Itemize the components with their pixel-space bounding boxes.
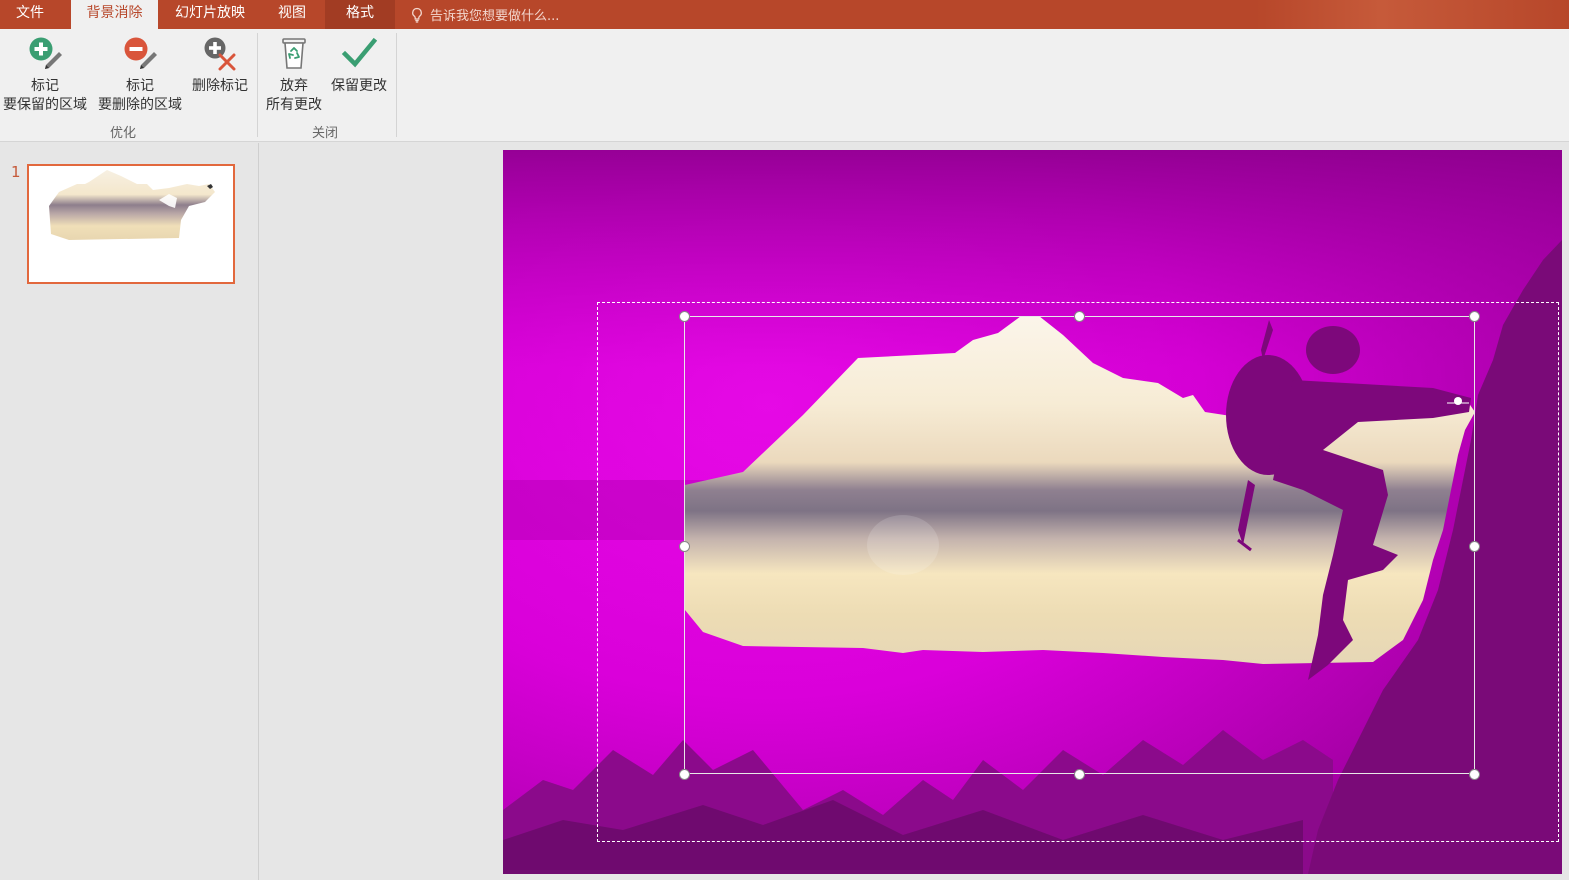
thumbnail-preview bbox=[49, 170, 215, 240]
resize-handle[interactable] bbox=[1469, 769, 1480, 780]
resize-handle[interactable] bbox=[1074, 769, 1085, 780]
minus-pencil-icon bbox=[124, 37, 157, 69]
tab-file[interactable]: 文件 bbox=[0, 0, 60, 29]
resize-handle[interactable] bbox=[679, 311, 690, 322]
checkmark-icon bbox=[341, 37, 377, 68]
mark-remove-line2: 要删除的区域 bbox=[98, 97, 182, 113]
lightbulb-icon bbox=[412, 7, 422, 23]
mark-keep-button[interactable]: 标记 要保留的区域 bbox=[0, 35, 90, 115]
keep-changes-label: 保留更改 bbox=[331, 78, 387, 94]
group-label-refine: 优化 bbox=[110, 126, 137, 141]
tab-background-removal[interactable]: 背景消除 bbox=[71, 0, 158, 29]
recycle-bin-icon bbox=[282, 38, 306, 69]
mark-keep-line1: 标记 bbox=[31, 78, 59, 94]
delete-mark-button[interactable]: 删除标记 bbox=[188, 35, 252, 96]
group-separator bbox=[257, 33, 258, 137]
ribbon: 标记 要保留的区域 标记 要删除的区域 删除标记 优化 放弃 所有更改 保留更改… bbox=[0, 29, 1569, 142]
mark-keep-line2: 要保留的区域 bbox=[3, 97, 87, 113]
mark-remove-line1: 标记 bbox=[126, 78, 154, 94]
resize-handle[interactable] bbox=[679, 541, 690, 552]
slide-canvas[interactable] bbox=[503, 150, 1562, 874]
slide-thumbnail[interactable] bbox=[27, 164, 235, 284]
tab-slideshow[interactable]: 幻灯片放映 bbox=[162, 0, 258, 29]
tab-format[interactable]: 格式 bbox=[325, 0, 395, 29]
delete-mark-icon bbox=[204, 37, 236, 71]
discard-changes-button[interactable]: 放弃 所有更改 bbox=[262, 35, 326, 115]
resize-handle[interactable] bbox=[1074, 311, 1085, 322]
mark-remove-button[interactable]: 标记 要删除的区域 bbox=[94, 35, 186, 115]
discard-line1: 放弃 bbox=[280, 78, 308, 94]
keep-region-bounds[interactable] bbox=[684, 316, 1475, 774]
group-label-close: 关闭 bbox=[312, 126, 339, 141]
tell-me-placeholder: 告诉我您想要做什么... bbox=[430, 9, 560, 24]
discard-line2: 所有更改 bbox=[266, 97, 322, 113]
resize-handle[interactable] bbox=[1469, 541, 1480, 552]
tell-me-search[interactable]: 告诉我您想要做什么... bbox=[410, 0, 559, 29]
slide-thumbnail-pane: 1 bbox=[0, 143, 259, 880]
group-separator bbox=[396, 33, 397, 137]
slide-number: 1 bbox=[11, 163, 21, 181]
plus-pencil-icon bbox=[29, 37, 62, 69]
keep-changes-button[interactable]: 保留更改 bbox=[327, 35, 391, 96]
delete-mark-label: 删除标记 bbox=[192, 78, 248, 94]
tab-view[interactable]: 视图 bbox=[266, 0, 318, 29]
resize-handle[interactable] bbox=[679, 769, 690, 780]
resize-handle[interactable] bbox=[1469, 311, 1480, 322]
ribbon-tab-bar: 文件 背景消除 幻灯片放映 视图 格式 告诉我您想要做什么... bbox=[0, 0, 1569, 29]
